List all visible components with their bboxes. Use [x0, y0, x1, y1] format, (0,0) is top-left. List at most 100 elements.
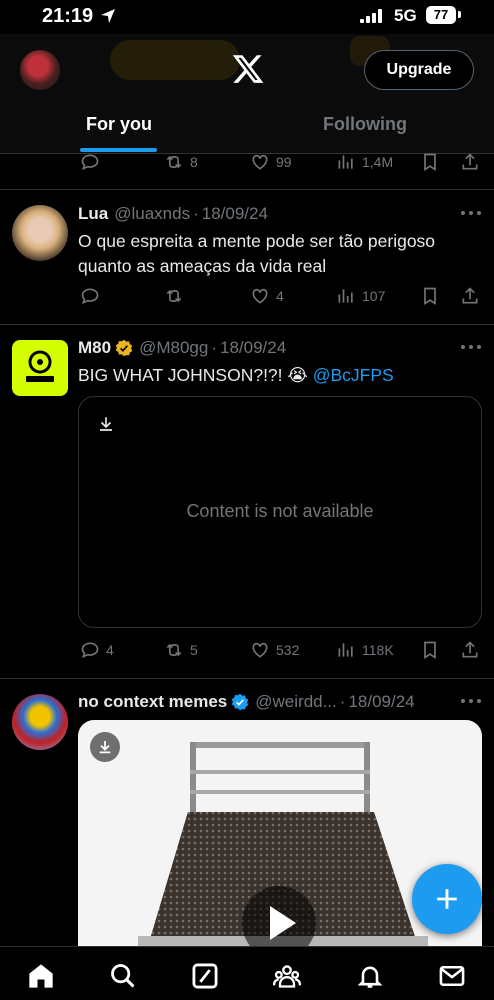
- author-handle[interactable]: @M80gg: [139, 338, 208, 358]
- tweet-date[interactable]: 18/09/24: [202, 204, 268, 224]
- reply-count: 4: [106, 642, 114, 658]
- battery-level: 77: [433, 7, 449, 22]
- compose-button[interactable]: [412, 864, 482, 934]
- reply-icon[interactable]: [80, 286, 100, 306]
- tab-for-you[interactable]: For you: [86, 114, 152, 135]
- tweet-text-body: BIG WHAT JOHNSON?!?! 😭: [78, 365, 308, 385]
- separator-dot: ·: [193, 204, 199, 223]
- author-name[interactable]: no context memes: [78, 692, 227, 712]
- divider: [0, 324, 494, 325]
- bookmark-icon[interactable]: [420, 286, 440, 306]
- tweet-text-line: quanto as ameaças da vida real: [78, 256, 327, 276]
- separator-dot: ·: [211, 338, 217, 357]
- heart-icon: [252, 288, 268, 304]
- verified-badge-icon: [115, 339, 133, 357]
- tweet-header: M80 @M80gg · 18/09/24: [78, 338, 286, 358]
- bottom-nav: [0, 946, 494, 1000]
- views-action[interactable]: 107: [336, 286, 385, 306]
- battery-cap: [458, 11, 461, 18]
- retweet-icon: [166, 155, 182, 169]
- retweet-action[interactable]: 8: [164, 152, 198, 172]
- tweet-avatar[interactable]: [12, 340, 68, 396]
- media-unavailable-card: Content is not available: [78, 396, 482, 628]
- network-label: 5G: [394, 6, 417, 25]
- messages-icon[interactable]: [438, 962, 466, 990]
- retweet-icon[interactable]: [164, 286, 184, 306]
- views-count: 107: [362, 288, 386, 304]
- tweet-text: O que espreita a mente pode ser tão peri…: [78, 229, 478, 279]
- reply-action[interactable]: 4: [80, 640, 114, 660]
- plus-icon: [437, 889, 457, 909]
- views-icon: [338, 643, 353, 657]
- tab-following[interactable]: Following: [323, 114, 407, 135]
- tweet-header: Lua @luaxnds · 18/09/24: [78, 204, 268, 224]
- views-count: 118K: [362, 642, 394, 658]
- reply-icon: [81, 642, 99, 659]
- retweet-count: 8: [190, 154, 198, 170]
- search-icon[interactable]: [109, 962, 137, 990]
- reply-icon[interactable]: [80, 152, 100, 172]
- retweet-icon: [166, 643, 182, 657]
- location-arrow-icon: [101, 9, 115, 23]
- views-icon: [338, 289, 353, 303]
- share-icon[interactable]: [460, 286, 480, 306]
- share-icon[interactable]: [460, 640, 480, 660]
- verified-badge-icon: [232, 693, 249, 711]
- status-time: 21:19: [42, 5, 94, 27]
- retweet-action[interactable]: 5: [164, 640, 198, 660]
- like-action[interactable]: 4: [250, 286, 284, 306]
- upgrade-button[interactable]: Upgrade: [364, 50, 474, 90]
- author-name[interactable]: M80: [78, 338, 111, 358]
- more-options-icon[interactable]: [460, 698, 482, 704]
- like-count: 99: [276, 154, 292, 170]
- notifications-icon[interactable]: [356, 962, 384, 990]
- separator-dot: ·: [339, 692, 346, 711]
- like-count: 532: [276, 642, 300, 658]
- views-icon: [338, 155, 353, 169]
- tweet-avatar[interactable]: [12, 205, 68, 261]
- bookmark-icon[interactable]: [420, 640, 440, 660]
- views-action[interactable]: 118K: [336, 640, 394, 660]
- author-handle[interactable]: @weirdd...: [255, 692, 337, 712]
- tweet-text-line: O que espreita a mente pode ser tão peri…: [78, 231, 436, 251]
- author-name[interactable]: Lua: [78, 204, 108, 224]
- home-icon[interactable]: [27, 962, 55, 990]
- play-button[interactable]: [242, 886, 316, 946]
- communities-icon[interactable]: [273, 962, 301, 990]
- account-avatar[interactable]: [20, 50, 60, 90]
- unavailable-message: Content is not available: [186, 501, 374, 521]
- tweet-avatar[interactable]: [12, 694, 68, 750]
- more-options-icon[interactable]: [460, 210, 482, 216]
- header-blur: [110, 40, 240, 80]
- download-icon[interactable]: [97, 415, 115, 433]
- m80-logo-icon: [26, 350, 54, 382]
- like-action[interactable]: 532: [250, 640, 299, 660]
- bookmark-icon[interactable]: [420, 152, 440, 172]
- heart-icon: [252, 154, 268, 170]
- author-handle[interactable]: @luaxnds: [114, 204, 190, 224]
- timeline-header: Upgrade For you Following: [0, 34, 494, 154]
- download-icon: [99, 741, 111, 754]
- views-action[interactable]: 1,4M: [336, 152, 393, 172]
- heart-icon: [252, 642, 268, 658]
- tweet-header: no context memes @weirdd... · 18/09/24: [78, 692, 415, 712]
- battery-icon: 77: [426, 6, 456, 24]
- mention-link[interactable]: @BcJFPS: [313, 365, 394, 385]
- status-bar: 21:19 5G 77: [0, 0, 494, 34]
- download-button[interactable]: [90, 732, 120, 762]
- play-icon: [270, 906, 296, 940]
- divider: [0, 678, 494, 679]
- tweet-date[interactable]: 18/09/24: [220, 338, 286, 358]
- signal-bars-icon: [360, 9, 382, 23]
- retweet-count: 5: [190, 642, 198, 658]
- tweet-date[interactable]: 18/09/24: [348, 692, 414, 712]
- views-count: 1,4M: [362, 154, 394, 170]
- divider: [0, 189, 494, 190]
- more-options-icon[interactable]: [460, 344, 482, 350]
- like-action[interactable]: 99: [250, 152, 292, 172]
- grok-icon[interactable]: [191, 962, 219, 990]
- like-count: 4: [276, 288, 284, 304]
- tweet-text: BIG WHAT JOHNSON?!?! 😭 @BcJFPS: [78, 363, 478, 388]
- x-logo-icon: [232, 55, 264, 83]
- share-icon[interactable]: [460, 152, 480, 172]
